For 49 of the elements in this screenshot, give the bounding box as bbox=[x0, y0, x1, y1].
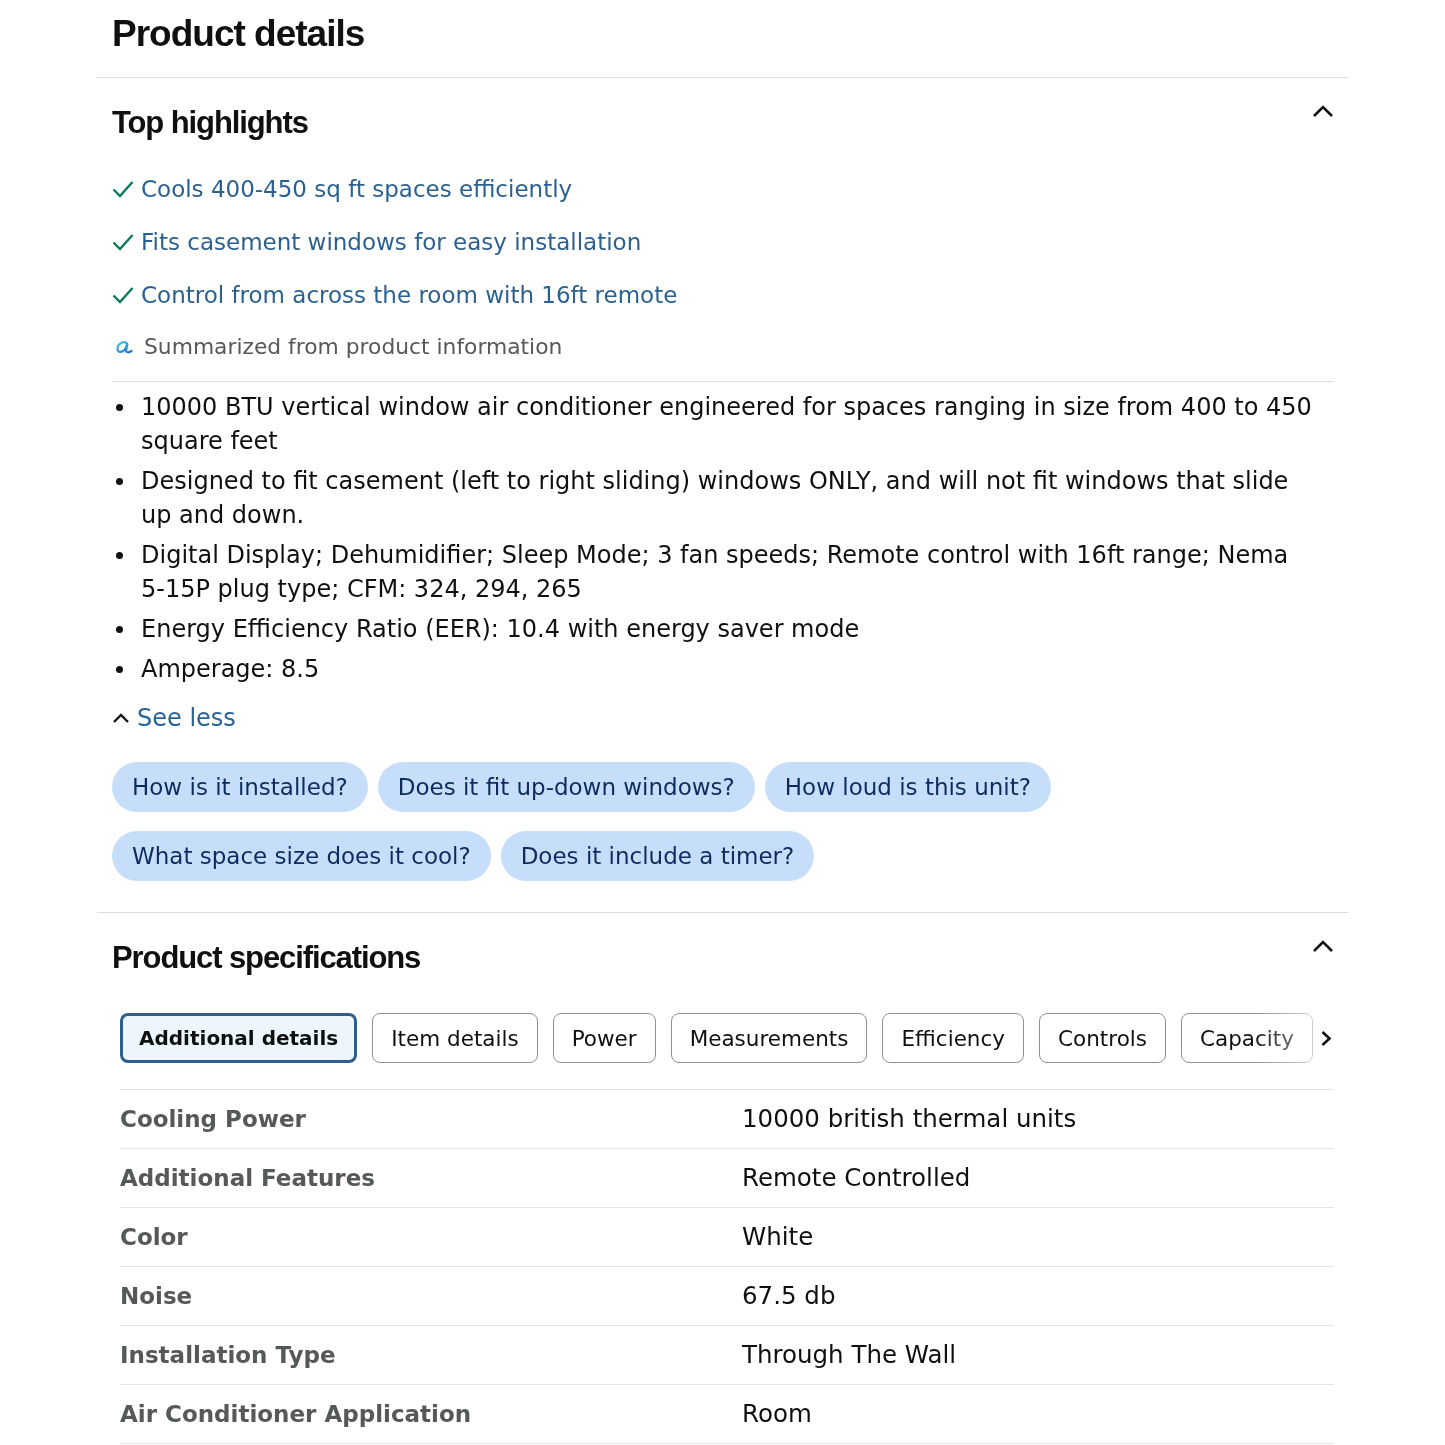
spec-tab[interactable]: Additional details bbox=[120, 1013, 358, 1063]
chevron-right-icon[interactable] bbox=[1320, 1030, 1332, 1047]
summary-note: Summarized from product information bbox=[144, 333, 563, 361]
bullet-text: Designed to fit casement (left to right sliding) windows ONLY, and will not fit windows that slide up and down. bbox=[141, 466, 1290, 531]
question-chip[interactable]: What space size does it cool? bbox=[112, 831, 491, 881]
spec-value: 10000 british thermal units bbox=[742, 1103, 1078, 1135]
check-icon bbox=[112, 286, 134, 304]
highlight-text: Control from across the room with 16ft remote bbox=[141, 281, 678, 310]
spec-value: Room bbox=[742, 1398, 813, 1430]
bullet-icon bbox=[116, 626, 123, 633]
spec-value: 67.5 db bbox=[742, 1280, 837, 1312]
spec-tab[interactable]: Capacity bbox=[1180, 1013, 1313, 1063]
chevron-up-icon[interactable] bbox=[1312, 104, 1334, 118]
bullet-icon bbox=[116, 666, 123, 673]
ai-icon bbox=[116, 340, 133, 354]
bullet-icon bbox=[116, 478, 123, 485]
spec-tab[interactable]: Power bbox=[552, 1013, 656, 1063]
bullet-text: 10000 BTU vertical window air conditioner engineered for spaces ranging in size from 400 to 450 square feet bbox=[141, 392, 1313, 457]
bullet-icon bbox=[116, 404, 123, 411]
question-chip[interactable]: Does it fit up-down windows? bbox=[377, 762, 755, 812]
section-title: Product specifications bbox=[112, 940, 421, 976]
spec-label: Noise bbox=[120, 1282, 194, 1311]
question-chip[interactable]: How loud is this unit? bbox=[764, 762, 1051, 812]
chevron-up-icon[interactable] bbox=[1312, 939, 1334, 953]
spec-value: Through The Wall bbox=[742, 1339, 958, 1371]
bullet-icon bbox=[116, 552, 123, 559]
check-icon bbox=[112, 233, 134, 251]
see-less-link[interactable]: See less bbox=[112, 701, 236, 735]
spec-label: Cooling Power bbox=[120, 1105, 307, 1134]
highlight-text: Fits casement windows for easy installation bbox=[141, 228, 642, 257]
highlight-text: Cools 400-450 sq ft spaces efficiently bbox=[141, 175, 573, 204]
page-title: Product details bbox=[111, 12, 366, 56]
spec-label: Air Conditioner Application bbox=[120, 1400, 473, 1429]
spec-tab[interactable]: Efficiency bbox=[882, 1013, 1025, 1063]
section-title: Top highlights bbox=[112, 105, 308, 141]
bullet-text: Amperage: 8.5 bbox=[141, 654, 320, 685]
bullet-text: Energy Efficiency Ratio (EER): 10.4 with energy saver mode bbox=[141, 614, 860, 645]
spec-value: White bbox=[742, 1221, 815, 1253]
bullet-text: Digital Display; Dehumidifier; Sleep Mode; 3 fan speeds; Remote control with 16ft range; Nema 5-15P plug type; CFM: 324, 294, 265 bbox=[141, 540, 1290, 605]
spec-label: Additional Features bbox=[120, 1164, 376, 1193]
spec-value: Remote Controlled bbox=[742, 1162, 972, 1194]
question-chip[interactable]: Does it include a timer? bbox=[500, 831, 815, 881]
spec-label: Color bbox=[120, 1223, 189, 1252]
check-icon bbox=[112, 180, 134, 198]
spec-tab[interactable]: Measurements bbox=[670, 1013, 868, 1063]
spec-tab[interactable]: Controls bbox=[1039, 1013, 1166, 1063]
question-chip[interactable]: How is it installed? bbox=[112, 762, 368, 812]
spec-label: Installation Type bbox=[120, 1341, 337, 1370]
spec-tab[interactable]: Item details bbox=[372, 1013, 538, 1063]
